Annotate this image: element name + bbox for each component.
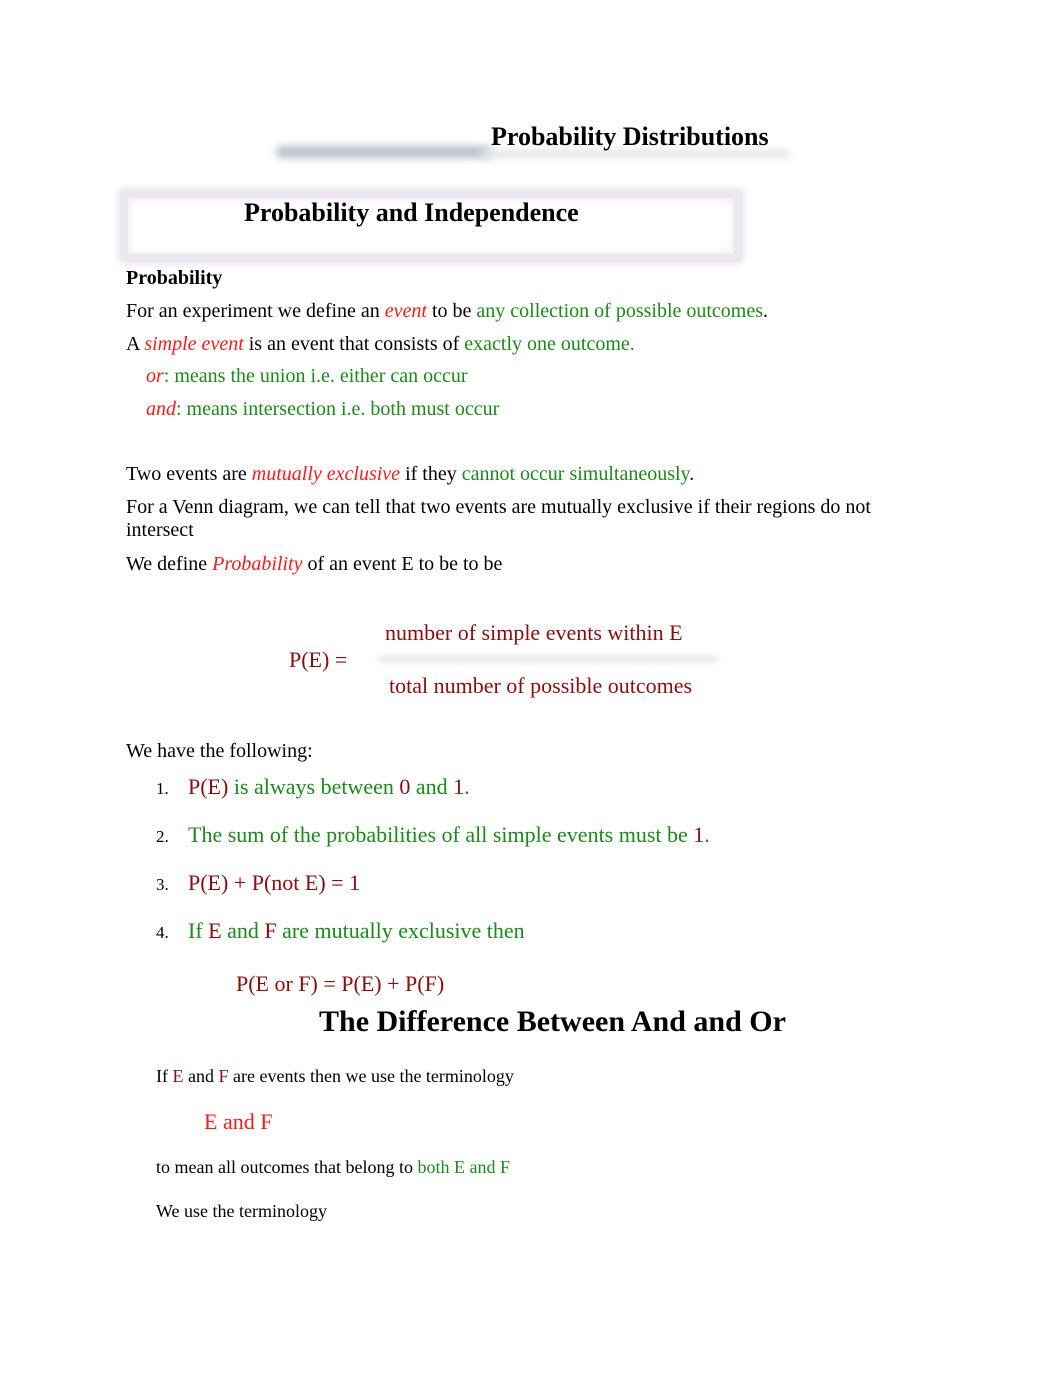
paragraph-probability-definition: We define Probability of an event E to b… (126, 553, 502, 576)
text: are mutually exclusive then (276, 918, 525, 943)
paragraph-and-definition: and: means intersection i.e. both must o… (146, 398, 499, 421)
text: P(E) + P(not E) = 1 (188, 870, 361, 895)
formula-lhs: P(E) = (289, 647, 348, 672)
text: and (221, 918, 265, 943)
section-title: Probability and Independence (244, 198, 579, 227)
term-event: event (384, 300, 427, 322)
term-simple-event: simple event (144, 333, 244, 355)
text: E (208, 918, 222, 943)
text: If (156, 1066, 173, 1086)
document-title: Probability Distributions (491, 122, 769, 151)
subheading-probability: Probability (126, 267, 223, 289)
definition-text: any collection of possible outcomes (476, 300, 764, 322)
text: . (763, 300, 769, 322)
term-probability: Probability (212, 553, 303, 575)
list-number: 2. (156, 827, 169, 846)
text: F (218, 1066, 229, 1086)
list-number: 1. (156, 779, 169, 798)
paragraph-or-definition: or: means the union i.e. either can occu… (146, 365, 468, 388)
text: and (410, 774, 454, 799)
text: is always between (228, 774, 400, 799)
text: . (689, 463, 695, 485)
addition-rule-formula: P(E or F) = P(E) + P(F) (236, 971, 445, 996)
list-number: 3. (156, 875, 169, 894)
definition-text: both E and F (417, 1157, 510, 1177)
term-and: and (146, 398, 176, 420)
text: to be (426, 300, 477, 322)
paragraph-meaning: to mean all outcomes that belong to both… (156, 1157, 510, 1178)
text: 0 (399, 774, 411, 799)
paragraph-event-definition: For an experiment we define an event to … (126, 300, 768, 323)
paragraph-terminology: If E and F are events then we use the te… (156, 1066, 514, 1087)
text: . (464, 774, 470, 799)
formula-denominator: total number of possible outcomes (389, 673, 693, 698)
property-item-1: 1. P(E) is always between 0 and 1. (156, 774, 470, 800)
formula-numerator: number of simple events within E (385, 620, 683, 645)
text: to mean all outcomes that belong to (156, 1157, 418, 1177)
text: F (264, 918, 277, 943)
text: if they (400, 463, 462, 485)
property-item-2: 2. The sum of the probabilities of all si… (156, 822, 710, 848)
definition-text: exactly one outcome. (464, 333, 635, 355)
text: of an event E to be to be (302, 553, 503, 575)
text: The sum of the probabilities of all simp… (188, 822, 694, 847)
text: A (126, 333, 145, 355)
text: is an event that consists of (243, 333, 465, 355)
section2-title: The Difference Between And and Or (319, 1005, 786, 1038)
text: For an experiment we define an (126, 300, 385, 322)
definition-text: : means the union i.e. either can occur (163, 365, 468, 387)
property-item-4: 4. If E and F are mutually exclusive then (156, 918, 525, 944)
definition-text: : means intersection i.e. both must occu… (176, 398, 500, 420)
text: E (172, 1066, 184, 1086)
paragraph-we-use: We use the terminology (156, 1201, 328, 1221)
fraction-bar (378, 656, 718, 662)
paragraph-venn-line-2: intersect (126, 519, 194, 541)
term-mutually-exclusive: mutually exclusive (251, 463, 401, 485)
text: 1 (453, 774, 465, 799)
definition-text: cannot occur simultaneously (461, 463, 690, 485)
title-underline-decoration (276, 146, 491, 158)
paragraph-mutually-exclusive: Two events are mutually exclusive if the… (126, 463, 694, 486)
text: are events then we use the terminology (228, 1066, 514, 1086)
list-number: 4. (156, 923, 169, 942)
text: If (188, 918, 209, 943)
property-item-3: 3. P(E) + P(not E) = 1 (156, 870, 360, 896)
text: Two events are (126, 463, 252, 485)
text: We define (126, 553, 213, 575)
text: and (183, 1066, 219, 1086)
text: . (704, 822, 710, 847)
text: P(E) (188, 774, 229, 799)
term-or: or (146, 365, 164, 387)
text: 1 (693, 822, 705, 847)
paragraph-simple-event: A simple event is an event that consists… (126, 333, 635, 356)
paragraph-venn-line-1: For a Venn diagram, we can tell that two… (126, 496, 871, 518)
e-and-f-term: E and F (204, 1109, 273, 1134)
properties-intro: We have the following: (126, 740, 313, 762)
